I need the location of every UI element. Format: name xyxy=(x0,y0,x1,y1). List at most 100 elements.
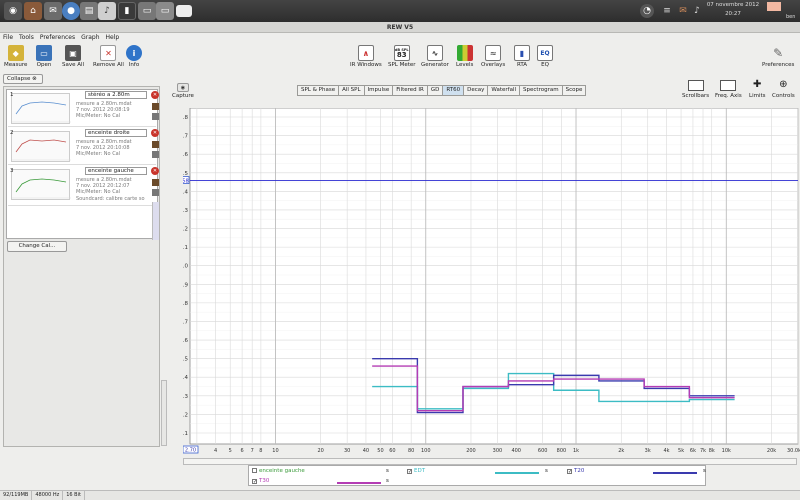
tab-spl-phase[interactable]: SPL & Phase xyxy=(297,85,340,96)
browser-icon[interactable]: ● xyxy=(62,2,80,20)
measurement-name-field[interactable]: enceinte droite xyxy=(85,129,147,137)
scrollbars-button[interactable]: Scrollbars xyxy=(682,80,709,99)
measurement-thumbnail-plot xyxy=(12,139,71,161)
tab-waterfall[interactable]: Waterfall xyxy=(487,85,521,96)
plot-area[interactable] xyxy=(189,108,799,445)
spl-meter-button[interactable]: dB SPL 83 SPL Meter xyxy=(388,45,416,68)
window-icon[interactable] xyxy=(176,5,192,17)
eq-button[interactable]: EQ EQ xyxy=(537,45,553,68)
legend-measurement[interactable]: enceinte gauche xyxy=(252,468,305,475)
preferences-button[interactable]: ✎ Preferences xyxy=(762,45,794,68)
legend-checkbox[interactable] xyxy=(252,468,257,473)
overlays-button[interactable]: ≈ Overlays xyxy=(481,45,505,68)
folder-icon[interactable]: ▭ xyxy=(156,2,174,20)
save-measurement-icon[interactable] xyxy=(152,141,159,148)
menu-preferences[interactable]: Preferences xyxy=(40,33,75,42)
generator-label: Generator xyxy=(421,62,449,68)
menu-graph[interactable]: Graph xyxy=(81,33,99,42)
menu-help[interactable]: Help xyxy=(106,33,120,42)
terminal-icon[interactable]: ▮ xyxy=(118,2,136,20)
menu-file[interactable]: File xyxy=(3,33,13,42)
horizontal-scrollbar[interactable] xyxy=(183,458,797,465)
tab-decay[interactable]: Decay xyxy=(463,85,489,96)
system-clock[interactable]: 07 novembre 2012 20:27 xyxy=(703,1,763,19)
tab-spectrogram[interactable]: Spectrogram xyxy=(519,85,563,96)
app-icon[interactable]: ▤ xyxy=(80,2,98,20)
clock-indicator-icon[interactable]: ◔ xyxy=(640,4,654,18)
levels-button[interactable]: Levels xyxy=(456,45,473,68)
remove-all-button[interactable]: ✕ Remove All xyxy=(93,45,124,68)
edit-measurement-icon[interactable] xyxy=(152,189,159,196)
rta-button[interactable]: ▮ RTA xyxy=(514,45,530,68)
file-manager-icon[interactable]: ⌂ xyxy=(24,2,42,20)
measurement-thumbnail[interactable] xyxy=(11,131,71,162)
x-tick-label: 200 xyxy=(466,448,476,454)
legend-t20[interactable]: T20 xyxy=(567,468,584,475)
measurement-mic: Mic/Meter: No Cal xyxy=(76,151,121,158)
system-user[interactable]: ben xyxy=(786,14,795,20)
collapse-button[interactable]: Collapse ⊗ xyxy=(3,74,43,84)
edit-measurement-icon[interactable] xyxy=(152,113,159,120)
folder-icon[interactable]: ▭ xyxy=(138,2,156,20)
mail-icon[interactable]: ✉ xyxy=(44,2,62,20)
x-tick-label: 6 xyxy=(241,448,244,454)
info-label: Info xyxy=(128,62,140,68)
legend-checkbox[interactable] xyxy=(567,469,572,474)
x-tick-label: 10 xyxy=(272,448,278,454)
measurement-thumbnail[interactable] xyxy=(11,169,71,200)
limits-button[interactable]: ✚ Limits xyxy=(749,80,766,100)
limits-label: Limits xyxy=(749,93,766,99)
measurement-item[interactable]: 2 enceinte droite ✕ mesure a 2.80m.mdat … xyxy=(8,128,159,165)
legend-t30[interactable]: T30 xyxy=(252,478,269,485)
save-measurement-icon[interactable] xyxy=(152,103,159,110)
tab-filtered-ir[interactable]: Filtered IR xyxy=(392,85,428,96)
tab-gd[interactable]: GD xyxy=(426,85,444,96)
y-tick-label: 1.5 xyxy=(183,171,188,177)
left-vertical-scrollbar[interactable] xyxy=(161,380,167,446)
change-cal-button[interactable]: Change Cal... xyxy=(7,241,67,252)
legend-checkbox[interactable] xyxy=(407,469,412,474)
eq-label: EQ xyxy=(541,62,549,68)
measurement-name-field[interactable]: stéréo a 2.80m xyxy=(85,91,147,99)
tab-impulse[interactable]: Impulse xyxy=(363,85,394,96)
save-measurement-icon[interactable] xyxy=(152,179,159,186)
legend-measurement-label: enceinte gauche xyxy=(259,468,305,474)
x-tick-label: 5k xyxy=(678,448,684,454)
measurements-scrollbar[interactable] xyxy=(152,202,159,240)
remove-icon: ✕ xyxy=(100,45,117,61)
y-tick-label: 0.4 xyxy=(183,375,188,381)
ubuntu-logo-icon[interactable]: ◉ xyxy=(4,2,22,20)
close-icon[interactable]: ✕ xyxy=(151,91,159,99)
open-button[interactable]: ▭ Open xyxy=(36,45,52,68)
save-all-button[interactable]: ▣ Save All xyxy=(62,45,84,68)
tab-all-spl[interactable]: All SPL xyxy=(338,85,365,96)
graph-tabs: SPL & Phase All SPL Impulse Filtered IR … xyxy=(297,85,587,96)
y-tick-label: 0.5 xyxy=(183,357,188,363)
x-tick-label: 7k xyxy=(700,448,706,454)
close-icon[interactable]: ✕ xyxy=(151,129,159,137)
menu-tools[interactable]: Tools xyxy=(19,33,34,42)
measure-button[interactable]: ◆ Measure xyxy=(4,45,27,68)
close-icon[interactable]: ✕ xyxy=(151,167,159,175)
tab-scope[interactable]: Scope xyxy=(561,85,587,96)
legend-checkbox[interactable] xyxy=(252,479,257,484)
capture-button[interactable]: ◉ Capture xyxy=(172,83,194,99)
menu-bar: File Tools Preferences Graph Help xyxy=(0,33,800,42)
rt60-graph-svg[interactable]: 1.8 1.7 1.6 1.5 1.4 1.3 1.2 1.1 1.0 0.9 0.8 0.7 0.6 0… xyxy=(183,108,800,454)
measurement-name-field[interactable]: enceinte gauche xyxy=(85,167,147,175)
user-avatar[interactable] xyxy=(767,2,781,11)
tab-rt60[interactable]: RT60 xyxy=(442,85,465,96)
freq-axis-button[interactable]: Freq. Axis xyxy=(715,80,742,99)
info-button[interactable]: i Info xyxy=(126,45,142,68)
x-tick-label: 400 xyxy=(511,448,521,454)
measurement-thumbnail[interactable] xyxy=(11,93,71,124)
edit-measurement-icon[interactable] xyxy=(152,151,159,158)
legend-edt[interactable]: EDT xyxy=(407,468,425,475)
generator-button[interactable]: ∿ Generator xyxy=(421,45,449,68)
controls-button[interactable]: ⊕ Controls xyxy=(772,80,795,100)
measurement-item[interactable]: 1 stéréo a 2.80m ✕ mesure a 2.80m.mdat 7… xyxy=(8,90,159,127)
rew-app-icon[interactable]: ♪ xyxy=(98,2,116,20)
measurement-item[interactable]: 3 enceinte gauche ✕ mesure a 2.80m.mdat … xyxy=(8,166,159,206)
ir-windows-button[interactable]: ∧ IR Windows xyxy=(350,45,382,68)
rt60-graph[interactable]: 1.8 1.7 1.6 1.5 1.4 1.3 1.2 1.1 1.0 0.9 0.8 0.7 0.6 0… xyxy=(183,108,800,454)
